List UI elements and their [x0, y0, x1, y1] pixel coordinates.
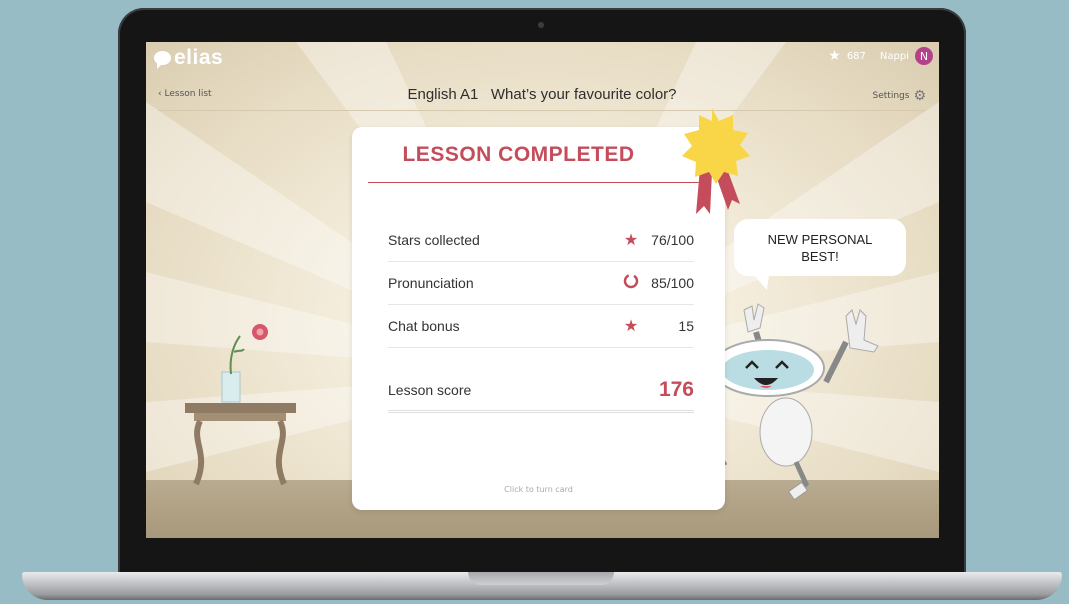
- star-icon: ★: [828, 48, 841, 64]
- result-row-chat-bonus: Chat bonus ★ 15: [388, 305, 694, 348]
- score-label: Lesson score: [388, 382, 472, 398]
- result-row-stars: Stars collected ★ 76/100: [388, 219, 694, 262]
- app-screen: elias ★ 687 Nappi N ‹ Lesson list Englis…: [146, 42, 939, 538]
- chat-bubble-icon: [154, 51, 171, 69]
- row-label: Pronunciation: [388, 275, 474, 291]
- user-area: ★ 687 Nappi N: [828, 47, 933, 65]
- laptop-notch: [468, 572, 614, 585]
- row-label: Chat bonus: [388, 318, 460, 334]
- score-value: 176: [658, 378, 694, 401]
- gear-icon: ⚙: [913, 88, 926, 104]
- progress-ring-icon: [620, 273, 642, 294]
- row-value: 76/100: [651, 232, 694, 248]
- settings-button[interactable]: Settings ⚙: [873, 88, 926, 104]
- award-badge-icon: [682, 108, 750, 214]
- bubble-line-2: BEST!: [801, 248, 839, 264]
- avatar[interactable]: N: [915, 47, 933, 65]
- lesson-score-row: Lesson score 176: [388, 370, 694, 413]
- card-title: LESSON COMPLETED: [402, 143, 635, 166]
- title-divider: [368, 182, 703, 183]
- result-rows: Stars collected ★ 76/100 Pronunciation 8…: [388, 219, 694, 413]
- webcam: [538, 22, 544, 28]
- stars-count: 687: [846, 50, 866, 62]
- lesson-title: English A1 What’s your favourite color?: [407, 86, 677, 103]
- row-value: 15: [678, 318, 694, 334]
- app-header: elias ★ 687 Nappi N: [146, 42, 939, 72]
- star-icon: ★: [623, 232, 639, 249]
- lesson-list-link[interactable]: ‹ Lesson list: [158, 89, 212, 99]
- result-row-pronunciation: Pronunciation 85/100: [388, 262, 694, 305]
- star-icon: ★: [623, 318, 639, 335]
- user-name[interactable]: Nappi: [880, 51, 909, 62]
- chevron-left-icon: ‹: [158, 89, 162, 99]
- elias-logo[interactable]: elias: [154, 46, 223, 70]
- bubble-line-1: NEW PERSONAL: [767, 231, 873, 247]
- speech-bubble: NEW PERSONAL BEST!: [734, 219, 906, 276]
- row-value: 85/100: [651, 275, 694, 291]
- robot-mascot-illustration: [696, 303, 879, 501]
- row-label: Stars collected: [388, 232, 480, 248]
- turn-card-hint[interactable]: Click to turn card: [352, 485, 725, 494]
- lesson-navbar: ‹ Lesson list English A1 What’s your fav…: [158, 84, 926, 111]
- table-with-flower-illustration: [185, 324, 296, 486]
